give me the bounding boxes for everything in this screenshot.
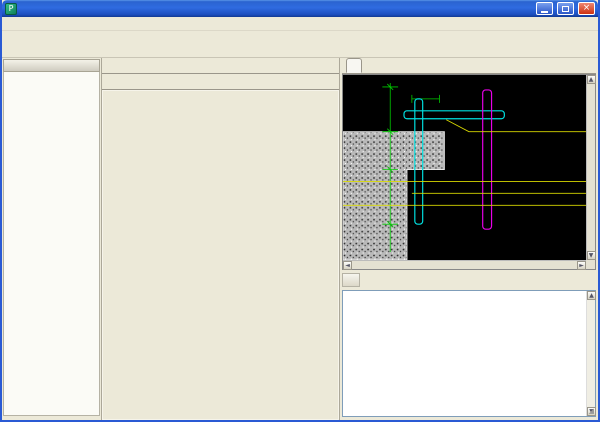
quick-calc-button [342,273,360,287]
app-icon: P [5,3,17,15]
tab-schematic[interactable] [346,58,362,73]
resize-grip[interactable]: ◢ [589,407,594,415]
cad-drawing [343,75,586,260]
app-window: P × [0,0,600,422]
calc-output-content [343,291,586,416]
toolbar [2,31,598,58]
diagram-panel: ▲ ▼ ◄ ► ▲ ▼ ◢ [340,58,598,420]
title-bar: P × [2,0,598,17]
calc-output-area: ▲ ▼ ◢ [342,290,596,417]
cad-horizontal-scrollbar[interactable]: ◄ ► [343,260,586,269]
cad-viewport: ▲ ▼ ◄ ► [342,74,596,270]
scroll-up-icon[interactable]: ▲ [587,75,596,84]
module-tabs [102,58,339,73]
scroll-up-icon[interactable]: ▲ [587,291,596,300]
minimize-button[interactable] [536,2,553,15]
output-vertical-scrollbar[interactable]: ▲ ▼ [586,291,595,416]
project-tree-panel [2,58,102,420]
scroll-left-icon[interactable]: ◄ [343,261,352,270]
parameter-tabs [102,74,339,89]
concrete-section [343,132,444,260]
parameters-panel [102,58,340,420]
scroll-right-icon[interactable]: ► [577,261,586,270]
maximize-button[interactable] [557,2,574,15]
scroll-down-icon[interactable]: ▼ [587,251,596,260]
project-tree [3,72,100,416]
close-button[interactable]: × [578,2,595,15]
parameter-form [102,90,339,420]
tree-panel-header [3,59,100,72]
cad-vertical-scrollbar[interactable]: ▲ ▼ [586,75,595,260]
sidebar-button-stack [3,416,100,419]
menu-bar [2,17,598,31]
main-content: ▲ ▼ ◄ ► ▲ ▼ ◢ [2,58,598,420]
